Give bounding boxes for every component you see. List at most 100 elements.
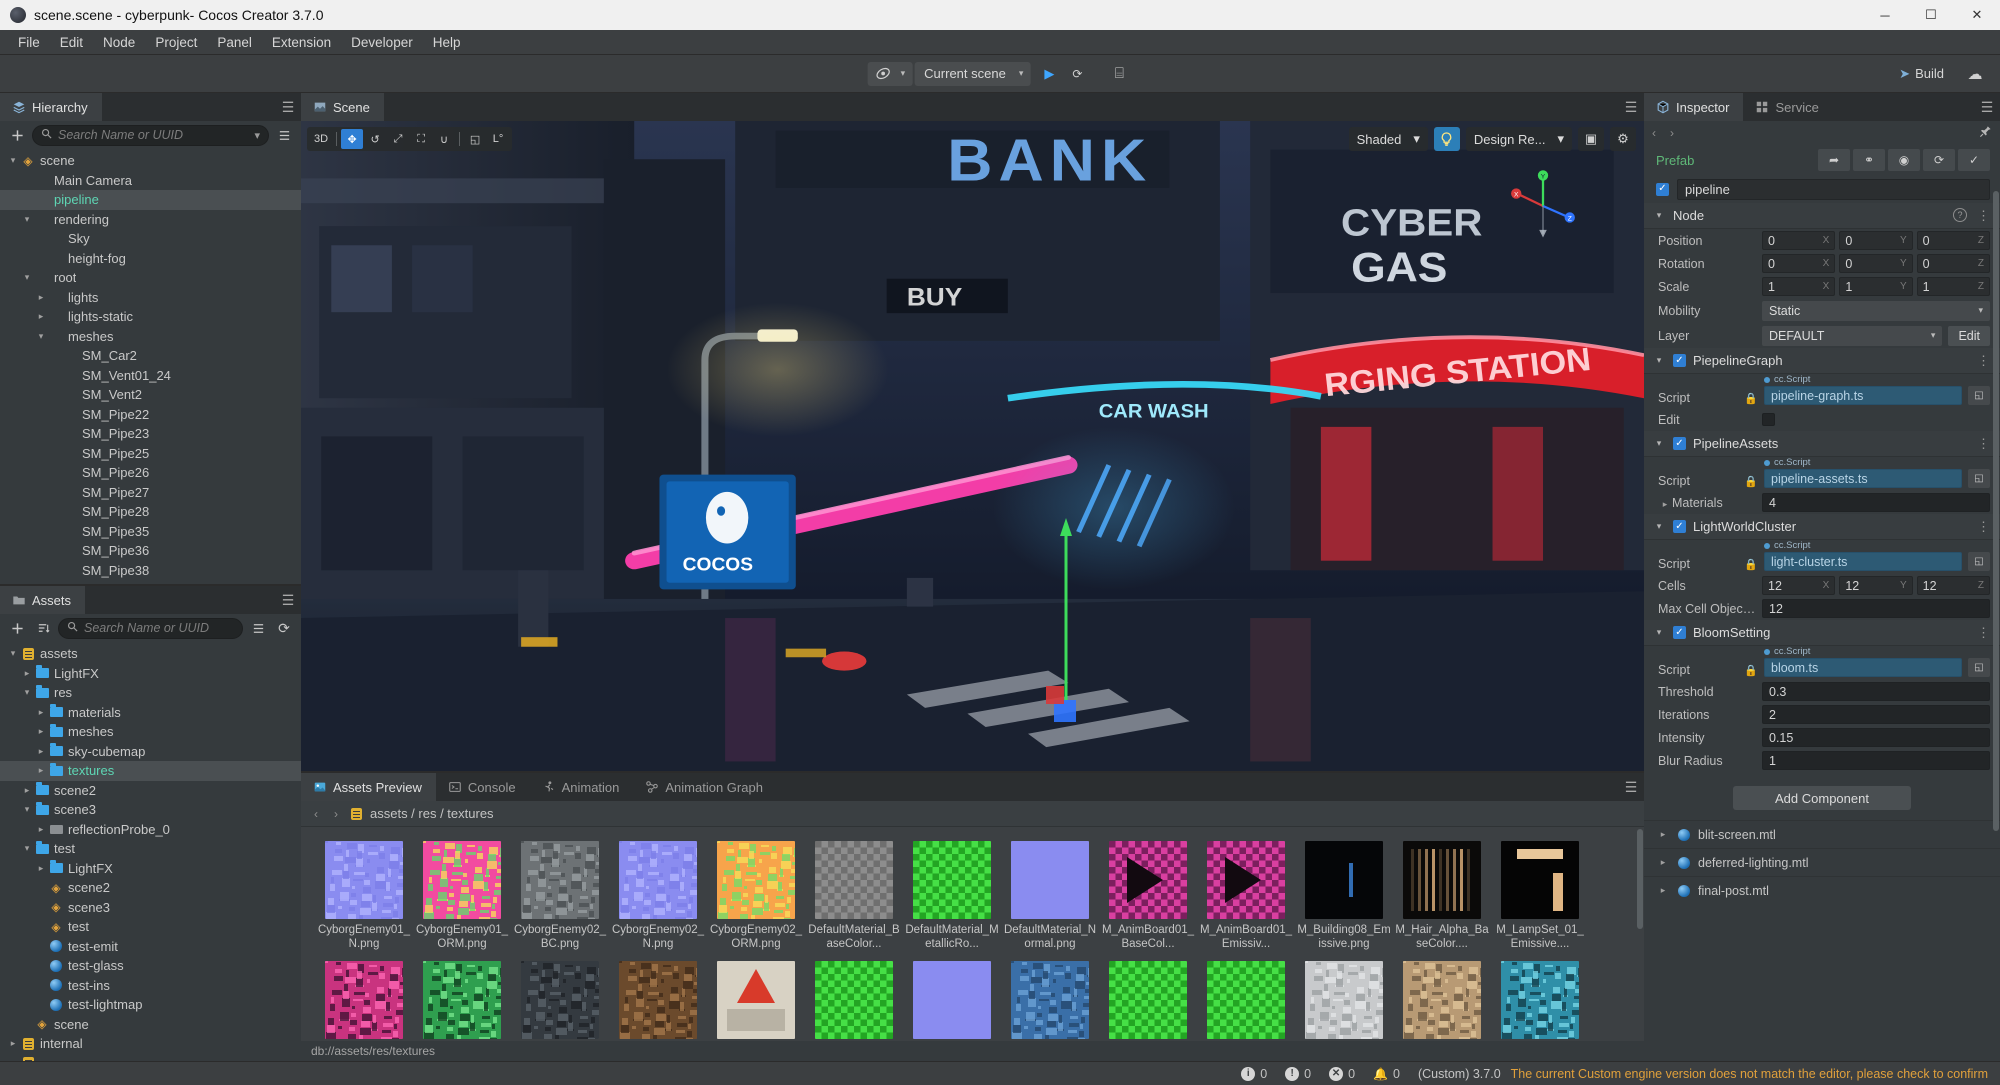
- script-picker-button[interactable]: ◱: [1968, 386, 1990, 405]
- assets-sort-icon[interactable]: [32, 617, 54, 639]
- chevron-right-icon[interactable]: [1658, 499, 1672, 510]
- script-field[interactable]: bloom.ts: [1764, 658, 1962, 677]
- chevron-down-icon[interactable]: [34, 331, 48, 342]
- asset-item[interactable]: CyborgEnemy01_ORM.png: [413, 837, 511, 957]
- property-checkbox[interactable]: [1762, 413, 1775, 426]
- asset-node[interactable]: test-emit: [0, 937, 301, 957]
- chevron-right-icon[interactable]: [34, 707, 48, 718]
- menu-node[interactable]: Node: [93, 30, 145, 55]
- chevron-right-icon[interactable]: [34, 824, 48, 835]
- asset-item[interactable]: M_Sign_ORM.png: [805, 957, 903, 1041]
- assets-filter-icon[interactable]: [247, 617, 269, 639]
- asset-item[interactable]: M_Road_Normal.png: [903, 957, 1001, 1041]
- asset-item[interactable]: CyborgEnemy02_ORM.png: [707, 837, 805, 957]
- component-enabled-checkbox[interactable]: [1673, 520, 1686, 533]
- orientation-gizmo[interactable]: X Y Z: [1500, 163, 1586, 249]
- add-component-button[interactable]: Add Component: [1733, 786, 1911, 810]
- help-icon[interactable]: ?: [1953, 207, 1967, 222]
- apply-prefab-button[interactable]: ✓: [1958, 149, 1990, 171]
- inspector-content[interactable]: Prefab ➦ ⚭ ◉ ⟳ ✓ Node: [1644, 145, 2000, 1061]
- assets-tree[interactable]: assets LightFX res materials meshes sky-cubem…: [0, 642, 301, 1061]
- property-value-field[interactable]: 4: [1762, 493, 1990, 512]
- render-mode-select[interactable]: Design Re... ▾: [1465, 127, 1572, 151]
- gear-icon[interactable]: ⚙: [1610, 127, 1636, 151]
- chevron-right-icon[interactable]: [34, 292, 48, 303]
- asset-node[interactable]: sky-cubemap: [0, 742, 301, 762]
- chevron-right-icon[interactable]: [20, 785, 34, 796]
- asset-node[interactable]: materials: [0, 703, 301, 723]
- asset-item[interactable]: M_Vent_ORM.png: [1197, 957, 1295, 1041]
- property-value-field[interactable]: 0.15: [1762, 728, 1990, 747]
- asset-item[interactable]: M_Panel_BaseColor.png: [511, 957, 609, 1041]
- hierarchy-node[interactable]: SM_Pipe28: [0, 502, 301, 522]
- chevron-down-icon[interactable]: [1652, 521, 1666, 532]
- asset-node[interactable]: ◈ test: [0, 917, 301, 937]
- layer-edit-button[interactable]: Edit: [1948, 325, 1990, 346]
- component-header[interactable]: PipelineAssets ⋮: [1644, 431, 2000, 457]
- maximize-button[interactable]: ☐: [1908, 0, 1954, 30]
- asset-node[interactable]: test-lightmap: [0, 995, 301, 1015]
- asset-item[interactable]: M_AnimBoard01_Emissiv...: [1197, 837, 1295, 957]
- chevron-down-icon[interactable]: [1652, 438, 1666, 449]
- script-picker-button[interactable]: ◱: [1968, 552, 1990, 571]
- hierarchy-node[interactable]: SM_Pipe27: [0, 483, 301, 503]
- toggle-3d-2d-button[interactable]: 3D: [310, 129, 332, 149]
- asset-node[interactable]: res: [0, 683, 301, 703]
- asset-item[interactable]: M_Shutter_BaseColor.png: [609, 957, 707, 1041]
- scene-menu-icon[interactable]: ☰: [1618, 93, 1644, 121]
- node-more-icon[interactable]: ⋮: [1977, 208, 1990, 224]
- chevron-down-icon[interactable]: [20, 687, 34, 698]
- hierarchy-node[interactable]: SM_Pipe25: [0, 444, 301, 464]
- menu-edit[interactable]: Edit: [50, 30, 93, 55]
- menu-project[interactable]: Project: [145, 30, 207, 55]
- tab-service[interactable]: Service: [1743, 93, 1832, 121]
- hierarchy-node[interactable]: Sky: [0, 229, 301, 249]
- reset-prefab-button[interactable]: ⟳: [1923, 149, 1955, 171]
- chevron-down-icon[interactable]: [20, 272, 34, 283]
- scale-x-field[interactable]: 1 X: [1762, 277, 1836, 296]
- assets-grid-scrollbar[interactable]: [1637, 829, 1643, 929]
- transform-gizmo[interactable]: [1006, 472, 1126, 722]
- component-more-icon[interactable]: ⋮: [1977, 625, 1990, 641]
- vec3-y-field[interactable]: 12 Y: [1839, 576, 1913, 595]
- tab-assets-preview[interactable]: Assets Preview: [301, 773, 436, 801]
- device-preview-icon[interactable]: [870, 63, 896, 85]
- component-header[interactable]: BloomSetting ⋮: [1644, 620, 2000, 646]
- build-button[interactable]: ➤ Build: [1891, 63, 1952, 85]
- component-header[interactable]: PiepelineGraph ⋮: [1644, 348, 2000, 374]
- component-enabled-checkbox[interactable]: [1673, 437, 1686, 450]
- node-enabled-checkbox[interactable]: [1656, 182, 1669, 196]
- scene-caret-icon[interactable]: ▾: [1014, 68, 1029, 79]
- chevron-down-icon[interactable]: [6, 1058, 20, 1061]
- status-info[interactable]: i 0: [1241, 1066, 1267, 1081]
- asset-item[interactable]: M_Sign_Danger.png: [707, 957, 805, 1041]
- tab-scene[interactable]: Scene: [301, 93, 384, 121]
- tab-inspector[interactable]: Inspector: [1644, 93, 1744, 121]
- asset-item[interactable]: CyborgEnemy02_N.png: [609, 837, 707, 957]
- asset-node[interactable]: ◈ scene3: [0, 898, 301, 918]
- move-tool-button[interactable]: ✥: [341, 129, 364, 149]
- hierarchy-node[interactable]: SM_Car2: [0, 346, 301, 366]
- chevron-right-icon[interactable]: [34, 863, 48, 874]
- menu-file[interactable]: File: [8, 30, 50, 55]
- asset-item[interactable]: M_Neon01_Emissive.png: [413, 957, 511, 1041]
- position-x-field[interactable]: 0 X: [1762, 231, 1836, 250]
- chevron-right-icon[interactable]: [34, 311, 48, 322]
- cloud-service-icon[interactable]: ☁: [1962, 63, 1988, 85]
- asset-item[interactable]: M_Building08_Emissive.png: [1295, 837, 1393, 957]
- hierarchy-node[interactable]: ◈ scene: [0, 151, 301, 171]
- hierarchy-node[interactable]: lights: [0, 288, 301, 308]
- asset-node[interactable]: textures: [0, 761, 301, 781]
- asset-item[interactable]: CyborgEnemy02_BC.png: [511, 837, 609, 957]
- component-header[interactable]: LightWorldCluster ⋮: [1644, 514, 2000, 540]
- camera-preview-button[interactable]: ▣: [1578, 127, 1604, 151]
- node-name-input[interactable]: [1677, 178, 1990, 200]
- hierarchy-node[interactable]: SM_Pipe22: [0, 405, 301, 425]
- scale-tool-button[interactable]: ⤢: [387, 129, 409, 149]
- pivot-toggle-button[interactable]: ◱: [464, 129, 486, 149]
- magnet-tool-button[interactable]: ∪: [433, 129, 455, 149]
- asset-node[interactable]: cocos-sync: [0, 1054, 301, 1061]
- hierarchy-search-box[interactable]: ▾: [32, 124, 269, 146]
- shading-mode-select[interactable]: Shaded ▾: [1348, 127, 1428, 151]
- asset-node[interactable]: reflectionProbe_0: [0, 820, 301, 840]
